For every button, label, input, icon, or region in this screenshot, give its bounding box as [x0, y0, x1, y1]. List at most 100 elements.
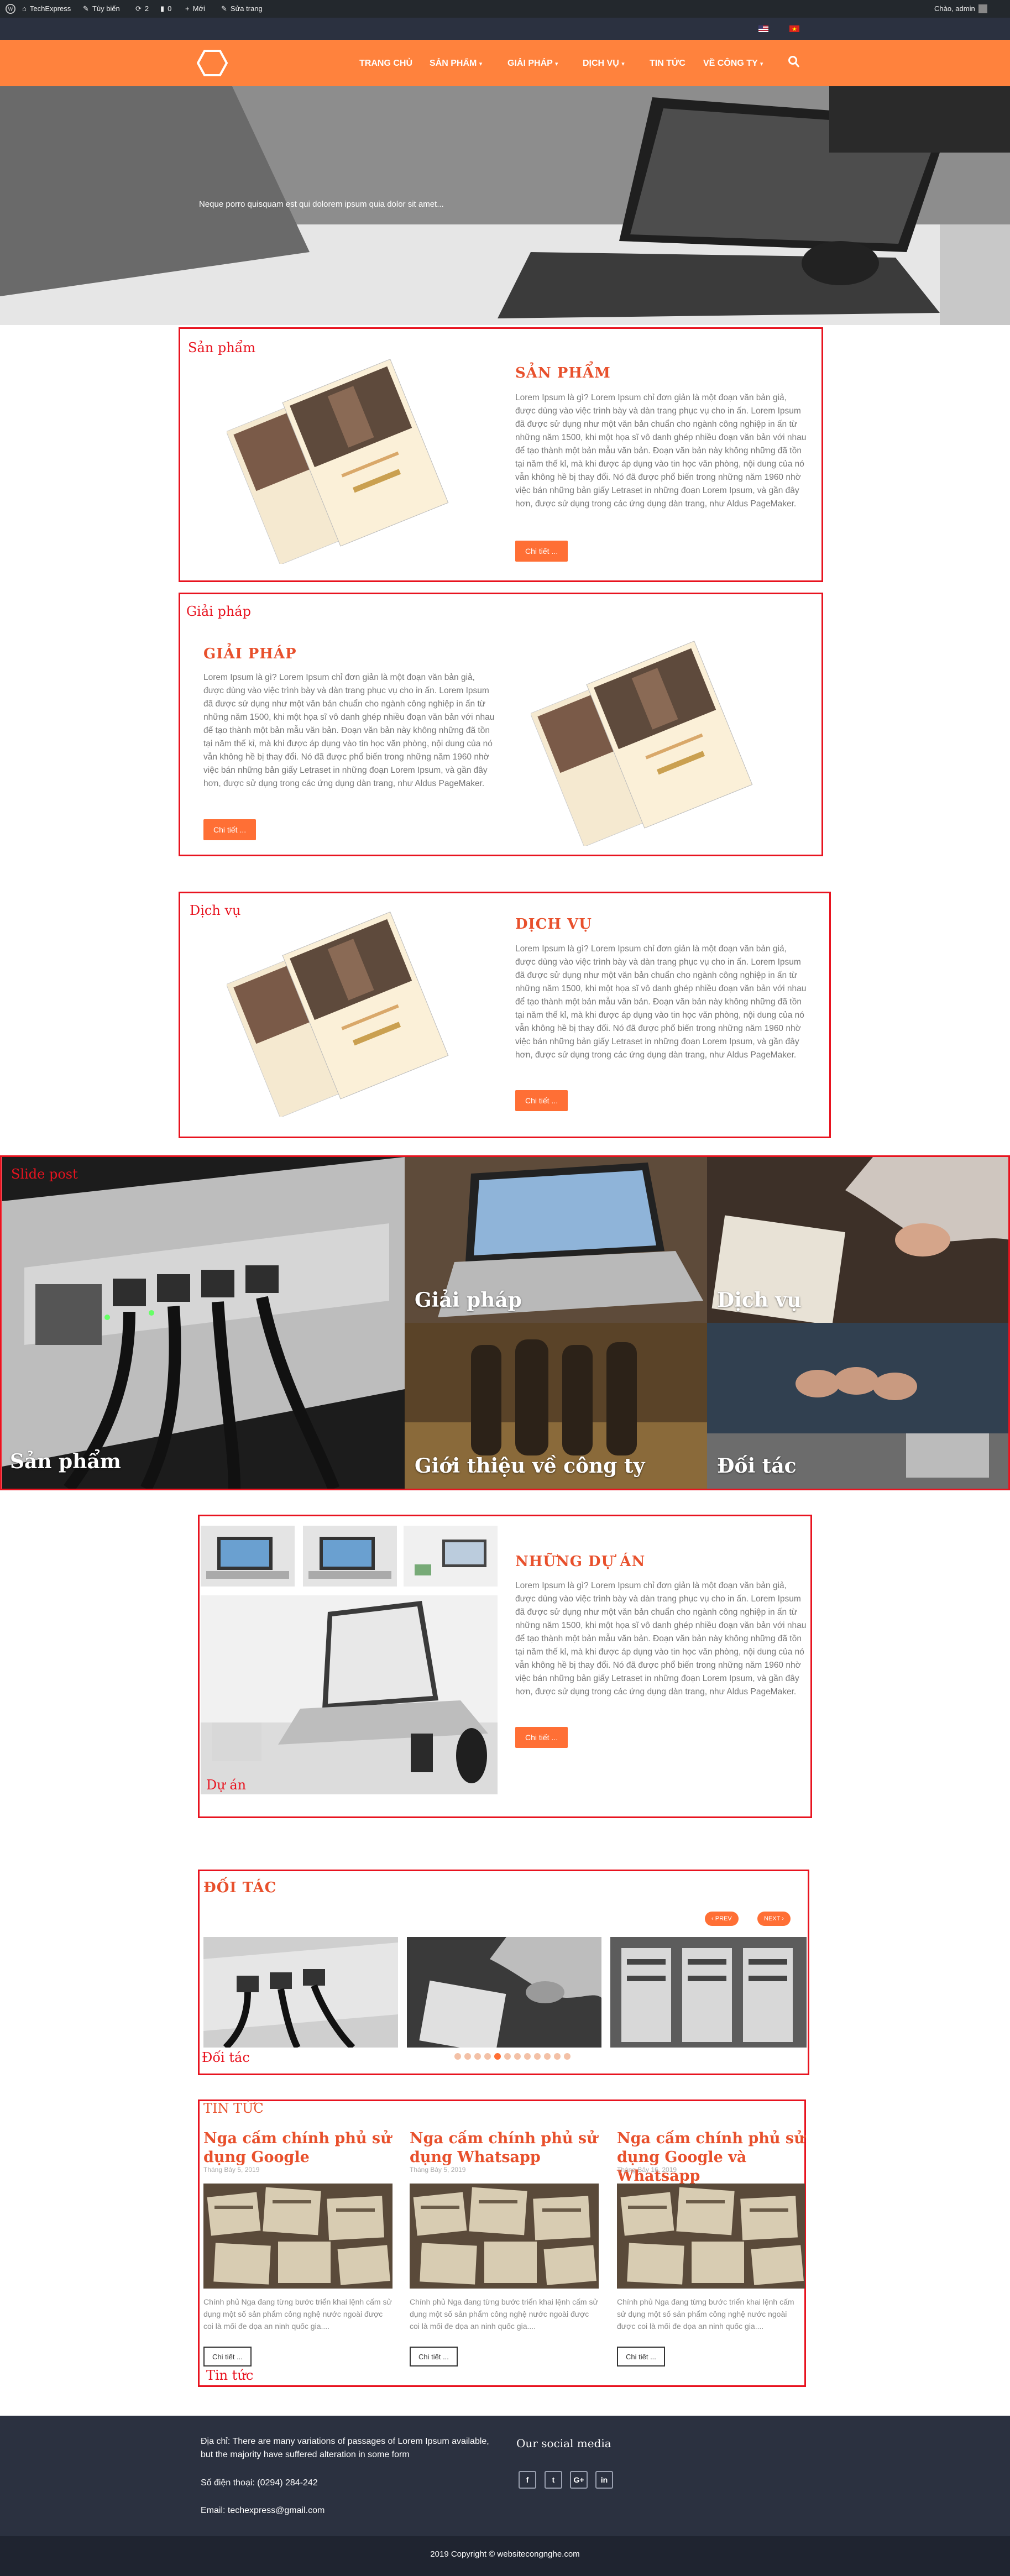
- nav-item-services[interactable]: DỊCH VỤ ▾: [583, 55, 625, 72]
- footer-phone: Số điện thoại: (0294) 284-242: [201, 2478, 318, 2488]
- section-solutions-label: Giải pháp: [186, 604, 251, 619]
- section-projects-label: Dự án: [206, 1777, 247, 1793]
- services-detail-button[interactable]: Chi tiết ...: [515, 1090, 568, 1111]
- footer-address: Địa chỉ: There are many variations of pa…: [201, 2437, 489, 2459]
- carousel-dot[interactable]: [554, 2053, 561, 2060]
- admin-new-link[interactable]: + Mới: [185, 0, 205, 18]
- section-partners-title: ĐỐI TÁC: [203, 1879, 277, 1896]
- news-post-detail-button[interactable]: Chi tiết ...: [410, 2347, 458, 2366]
- partner-logo[interactable]: [203, 1937, 398, 2050]
- section-services-title: DỊCH VỤ: [515, 916, 592, 933]
- carousel-dot[interactable]: [494, 2053, 501, 2060]
- project-thumb[interactable]: [201, 1526, 295, 1589]
- carousel-dot[interactable]: [484, 2053, 491, 2060]
- news-post-image[interactable]: [410, 2184, 599, 2291]
- nav-item-news[interactable]: TIN TỨC: [650, 55, 685, 72]
- carousel-dot[interactable]: [544, 2053, 551, 2060]
- nav-item-about[interactable]: VỀ CÔNG TY ▾: [703, 55, 763, 72]
- brochure-image: [226, 354, 470, 567]
- chevron-down-icon: ▾: [621, 61, 625, 67]
- footer-email: Email: techexpress@gmail.com: [201, 2506, 325, 2515]
- project-thumb[interactable]: [404, 1526, 498, 1589]
- project-main-image: [201, 1595, 498, 1797]
- carousel-dot[interactable]: [524, 2053, 531, 2060]
- carousel-dot[interactable]: [474, 2053, 481, 2060]
- news-post-excerpt: Chính phủ Nga đang từng bước triển khai …: [203, 2297, 392, 2331]
- site-logo[interactable]: [196, 49, 228, 80]
- partner-logo[interactable]: [407, 1937, 601, 2054]
- news-post-title[interactable]: Nga cấm chính phủ sử dụng Google và What…: [617, 2129, 805, 2186]
- wordpress-icon[interactable]: W: [6, 0, 15, 18]
- refresh-icon: ⟳: [135, 4, 142, 13]
- projects-detail-button[interactable]: Chi tiết ...: [515, 1727, 568, 1748]
- admin-account-link[interactable]: Chào, admin: [934, 0, 987, 18]
- partners-prev-button[interactable]: ‹ PREV: [705, 1912, 739, 1926]
- solutions-detail-button[interactable]: Chi tiết ...: [203, 819, 257, 840]
- search-icon[interactable]: [788, 55, 800, 71]
- project-thumb[interactable]: [303, 1526, 397, 1589]
- hero-caption: Neque porro quisquam est qui dolorem ips…: [199, 200, 444, 209]
- section-news-title: TIN TỨC: [203, 2101, 264, 2116]
- carousel-dot[interactable]: [454, 2053, 461, 2060]
- admin-edit-link[interactable]: ✎ Sửa trang: [221, 0, 263, 18]
- svg-text:W: W: [8, 7, 14, 13]
- section-slide-post: [0, 1155, 1010, 1490]
- section-products-label: Sản phẩm: [188, 340, 256, 355]
- footer: [0, 2416, 1010, 2536]
- partner-logo[interactable]: [610, 1937, 807, 2050]
- news-post-date: Tháng Bảy 5, 2019: [203, 2166, 260, 2174]
- nav-item-products[interactable]: SẢN PHẨM ▾: [430, 55, 482, 72]
- plus-icon: +: [185, 4, 190, 13]
- news-post-title[interactable]: Nga cấm chính phủ sử dụng Whatsapp: [410, 2129, 600, 2167]
- section-slide-post-label: Slide post: [11, 1166, 78, 1182]
- avatar: [978, 4, 987, 13]
- section-partners-label: Đối tác: [202, 2050, 250, 2065]
- chevron-down-icon: ▾: [554, 61, 558, 67]
- hero-banner: Neque porro quisquam est qui dolorem ips…: [0, 86, 1010, 325]
- products-detail-button[interactable]: Chi tiết ...: [515, 541, 568, 562]
- chevron-down-icon: ▾: [760, 61, 763, 67]
- nav-item-home[interactable]: TRANG CHỦ: [359, 55, 412, 72]
- section-projects-text: Lorem Ipsum là gì? Lorem Ipsum chỉ đơn g…: [515, 1581, 807, 1697]
- copyright-bar: 2019 Copyright © websitecongnghe.com: [0, 2536, 1010, 2576]
- news-post-image[interactable]: [203, 2184, 393, 2291]
- news-post-detail-button[interactable]: Chi tiết ...: [203, 2347, 252, 2366]
- main-navigation: [0, 40, 1010, 86]
- skype-icon[interactable]: t: [545, 2471, 562, 2489]
- news-post-title[interactable]: Nga cấm chính phủ sử dụng Google: [203, 2129, 391, 2167]
- admin-updates-link[interactable]: ⟳ 2: [135, 0, 149, 18]
- section-products-title: SẢN PHẨM: [515, 365, 611, 381]
- home-icon: ⌂: [22, 4, 27, 13]
- brush-icon: ✎: [83, 4, 89, 13]
- admin-customize-link[interactable]: ✎ Tùy biến: [83, 0, 120, 18]
- news-post-image[interactable]: [617, 2184, 805, 2291]
- section-solutions-title: GIẢI PHÁP: [203, 646, 297, 662]
- carousel-dot[interactable]: [514, 2053, 521, 2060]
- google-plus-icon[interactable]: G+: [570, 2471, 588, 2489]
- carousel-dot[interactable]: [564, 2053, 571, 2060]
- carousel-dot[interactable]: [534, 2053, 541, 2060]
- section-news-label: Tin tức: [206, 2368, 254, 2383]
- chevron-down-icon: ▾: [479, 61, 483, 67]
- chevron-right-icon: ›: [780, 1915, 784, 1922]
- admin-comments-link[interactable]: ▮ 0: [160, 0, 171, 18]
- carousel-dot[interactable]: [504, 2053, 511, 2060]
- nav-item-solutions[interactable]: GIẢI PHÁP ▾: [507, 55, 558, 72]
- facebook-icon[interactable]: f: [519, 2471, 536, 2489]
- footer-social-title: Our social media: [516, 2437, 611, 2450]
- carousel-dot[interactable]: [464, 2053, 471, 2060]
- news-post-detail-button[interactable]: Chi tiết ...: [617, 2347, 665, 2366]
- brochure-image: [226, 907, 470, 1119]
- news-post-date: Tháng Bảy 16, 2019: [617, 2166, 677, 2174]
- linkedin-icon[interactable]: in: [595, 2471, 613, 2489]
- news-post-date: Tháng Bảy 5, 2019: [410, 2166, 466, 2174]
- admin-site-link[interactable]: ⌂ TechExpress: [22, 0, 71, 18]
- section-solutions-text: Lorem Ipsum là gì? Lorem Ipsum chỉ đơn g…: [203, 673, 495, 788]
- vn-flag-icon[interactable]: [789, 25, 799, 32]
- us-flag-icon[interactable]: [758, 25, 768, 32]
- pencil-icon: ✎: [221, 4, 227, 13]
- news-post-excerpt: Chính phủ Nga đang từng bước triển khai …: [410, 2297, 598, 2331]
- section-services-text: Lorem Ipsum là gì? Lorem Ipsum chỉ đơn g…: [515, 944, 807, 1060]
- partners-next-button[interactable]: NEXT ›: [757, 1912, 791, 1926]
- section-projects-title: NHỮNG DỰ ÁN: [515, 1553, 646, 1570]
